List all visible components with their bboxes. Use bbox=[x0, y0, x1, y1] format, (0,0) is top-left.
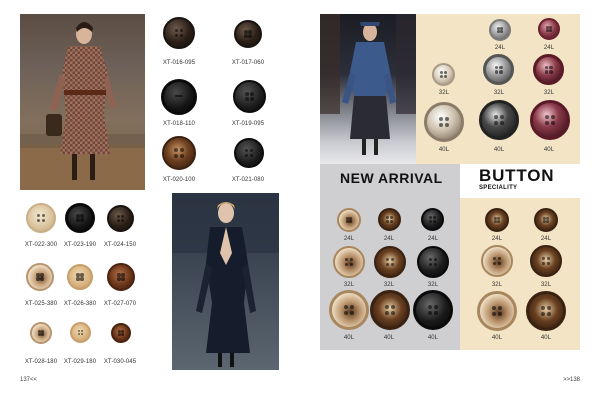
button-product-XT-027-070 bbox=[107, 263, 135, 291]
product-code: XT-022-300 bbox=[24, 242, 58, 248]
button-product-XT-021-080 bbox=[234, 138, 264, 168]
size-label: 40L bbox=[383, 335, 395, 341]
product-code: XT-025-380 bbox=[24, 301, 58, 307]
button-swatch bbox=[378, 208, 401, 231]
button-product-XT-030-045 bbox=[111, 323, 131, 343]
size-label: 40L bbox=[343, 335, 355, 341]
size-label: 32L bbox=[491, 282, 503, 288]
button-product-XT-022-300 bbox=[26, 203, 56, 233]
model-photo-check-coat bbox=[20, 14, 145, 190]
size-label: 24L bbox=[494, 45, 506, 51]
button-swatch bbox=[374, 246, 406, 278]
button-swatch bbox=[481, 245, 513, 277]
product-code: XT-016-095 bbox=[162, 60, 196, 66]
size-label: 32L bbox=[438, 90, 450, 96]
model-photo-navy-dress bbox=[172, 193, 279, 370]
button-swatch bbox=[538, 18, 560, 40]
size-label: 40L bbox=[540, 335, 552, 341]
button-product-XT-028-180 bbox=[30, 322, 52, 344]
button-product-XT-016-095 bbox=[163, 17, 195, 49]
button-swatch bbox=[421, 208, 444, 231]
product-code: XT-018-110 bbox=[163, 121, 195, 127]
product-code: XT-020-100 bbox=[162, 177, 196, 183]
product-code: XT-027-070 bbox=[103, 301, 137, 307]
button-product-XT-020-100 bbox=[162, 136, 196, 170]
model-photo-denim-jacket bbox=[320, 14, 416, 164]
size-label: 40L bbox=[438, 147, 450, 153]
size-label: 24L bbox=[343, 236, 355, 242]
product-code: XT-024-150 bbox=[103, 242, 137, 248]
button-swatch bbox=[329, 290, 369, 330]
button-product-XT-026-380 bbox=[67, 264, 93, 290]
button-swatch bbox=[432, 63, 455, 86]
product-code: XT-023-190 bbox=[63, 242, 97, 248]
button-swatch bbox=[333, 246, 365, 278]
button-product-XT-018-110 bbox=[161, 79, 197, 115]
button-swatch bbox=[424, 102, 464, 142]
size-label: 32L bbox=[383, 282, 395, 288]
button-swatch bbox=[526, 291, 566, 331]
button-product-XT-025-380 bbox=[26, 263, 54, 291]
size-label: 40L bbox=[491, 335, 503, 341]
size-label: 32L bbox=[427, 282, 439, 288]
button-swatch bbox=[337, 208, 361, 232]
size-label: 24L bbox=[491, 236, 503, 242]
product-code: XT-021-080 bbox=[231, 177, 265, 183]
product-code: XT-017-060 bbox=[231, 60, 265, 66]
size-label: 32L bbox=[543, 90, 555, 96]
button-swatch bbox=[489, 19, 511, 41]
button-swatch bbox=[485, 208, 509, 232]
size-label: 32L bbox=[493, 90, 505, 96]
speciality-subheading: SPECIALITY bbox=[479, 185, 518, 191]
button-swatch bbox=[479, 100, 519, 140]
button-swatch bbox=[530, 245, 562, 277]
speciality-beige-panel: 24L 24L 32L 32L 40L 40L bbox=[460, 198, 580, 350]
button-swatch bbox=[370, 290, 410, 330]
button-swatch bbox=[477, 291, 517, 331]
button-swatch bbox=[534, 208, 558, 232]
button-swatch bbox=[417, 246, 449, 278]
size-label: 24L bbox=[427, 236, 439, 242]
button-heading: BUTTON bbox=[479, 166, 555, 185]
button-swatch bbox=[483, 54, 514, 85]
button-product-XT-019-095 bbox=[233, 80, 266, 113]
product-code: XT-019-095 bbox=[231, 121, 265, 127]
size-label: 32L bbox=[540, 282, 552, 288]
size-label: 24L bbox=[383, 236, 395, 242]
button-swatch bbox=[533, 54, 564, 85]
page-number-right: >>138 bbox=[563, 377, 581, 383]
button-product-XT-029-180 bbox=[70, 322, 91, 343]
product-code: XT-029-180 bbox=[63, 359, 97, 365]
top-right-beige-panel: 24L 24L 32L 32L 32L 40L 40L 40L bbox=[416, 14, 580, 164]
new-arrival-panel: NEW ARRIVAL 24L 24L 24L 32L 32L 32L 40L … bbox=[320, 164, 460, 350]
button-swatch bbox=[413, 290, 453, 330]
button-swatch bbox=[530, 100, 570, 140]
new-arrival-heading: NEW ARRIVAL bbox=[340, 170, 443, 186]
button-product-XT-023-190 bbox=[65, 203, 95, 233]
size-label: 32L bbox=[343, 282, 355, 288]
size-label: 40L bbox=[543, 147, 555, 153]
product-code: XT-028-180 bbox=[24, 359, 58, 365]
product-code: XT-026-380 bbox=[63, 301, 97, 307]
size-label: 24L bbox=[540, 236, 552, 242]
size-label: 40L bbox=[427, 335, 439, 341]
button-product-XT-017-060 bbox=[234, 20, 262, 48]
size-label: 24L bbox=[543, 45, 555, 51]
product-code: XT-030-045 bbox=[103, 359, 137, 365]
size-label: 40L bbox=[493, 147, 505, 153]
page-number-left: 137<< bbox=[20, 377, 38, 383]
button-product-XT-024-150 bbox=[107, 205, 134, 232]
